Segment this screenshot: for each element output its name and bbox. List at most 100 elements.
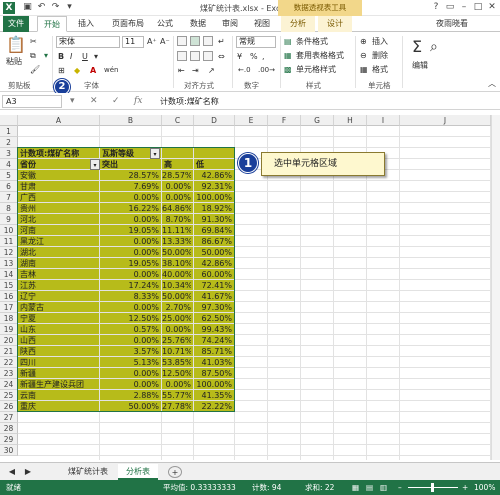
tuchu-cell[interactable]: 0.00% — [100, 379, 159, 390]
row-header-11[interactable]: 11 — [0, 236, 18, 247]
phonetic-button[interactable]: wén — [104, 65, 118, 76]
font-name-select[interactable]: 宋体 — [56, 36, 120, 48]
di-cell[interactable]: 91.30% — [194, 214, 232, 225]
save-icon[interactable]: ▣ — [22, 2, 33, 13]
province-cell[interactable]: 贵州 — [20, 203, 100, 214]
di-cell[interactable]: 86.67% — [194, 236, 232, 247]
province-cell[interactable]: 江苏 — [20, 280, 100, 291]
province-cell[interactable]: 山东 — [20, 324, 100, 335]
tab-formulas[interactable]: 公式 — [152, 16, 178, 32]
name-box[interactable]: A3 — [2, 95, 62, 108]
page-layout-view-icon[interactable]: ▤ — [366, 480, 373, 495]
align-middle-icon[interactable] — [190, 36, 200, 46]
row-header-22[interactable]: 22 — [0, 357, 18, 368]
di-cell[interactable]: 22.22% — [194, 401, 232, 412]
gao-cell[interactable]: 27.78% — [162, 401, 191, 412]
underline-button[interactable]: U — [82, 51, 88, 62]
formula-input[interactable]: 计数项:煤矿名称 — [160, 95, 490, 108]
sheet-prev-icon[interactable]: ◀ — [6, 464, 18, 480]
align-center-icon[interactable] — [190, 51, 200, 61]
page-break-view-icon[interactable]: ▥ — [380, 480, 387, 495]
province-cell[interactable]: 甘肃 — [20, 181, 100, 192]
tab-view[interactable]: 视图 — [249, 16, 275, 32]
autosum-icon[interactable]: Σ — [412, 38, 422, 56]
cond-format-icon[interactable]: ▤ — [284, 36, 292, 47]
row-header-1[interactable]: 1 — [0, 126, 18, 137]
confirm-entry-icon[interactable]: ✓ — [112, 95, 120, 108]
merge-icon[interactable]: ⇔ — [218, 51, 225, 62]
row-header-7[interactable]: 7 — [0, 192, 18, 203]
zoom-slider-thumb[interactable] — [431, 483, 434, 492]
province-cell[interactable]: 湖北 — [20, 247, 100, 258]
tuchu-cell[interactable]: 0.57% — [100, 324, 159, 335]
row-header-6[interactable]: 6 — [0, 181, 18, 192]
province-cell[interactable]: 内蒙古 — [20, 302, 100, 313]
cell-style-button[interactable]: 单元格样式 — [296, 64, 336, 75]
zoom-in-icon[interactable]: + — [462, 480, 468, 495]
sheet-tab-analysis[interactable]: 分析表 — [118, 464, 158, 480]
di-cell[interactable]: 72.41% — [194, 280, 232, 291]
province-cell[interactable]: 安徽 — [20, 170, 100, 181]
tuchu-cell[interactable]: 0.00% — [100, 368, 159, 379]
increase-decimal-icon[interactable]: ←.0 — [238, 65, 251, 76]
province-cell[interactable]: 辽宁 — [20, 291, 100, 302]
cut-icon[interactable]: ✂ — [30, 36, 37, 47]
province-cell[interactable]: 湖南 — [20, 258, 100, 269]
province-cell[interactable]: 黑龙江 — [20, 236, 100, 247]
tab-data[interactable]: 数据 — [185, 16, 211, 32]
tab-page-layout[interactable]: 页面布局 — [106, 16, 150, 32]
undo-icon[interactable]: ↶ — [36, 2, 47, 13]
gao-cell[interactable]: 8.70% — [162, 214, 191, 225]
province-cell[interactable]: 山西 — [20, 335, 100, 346]
column-header-B[interactable]: B — [100, 115, 162, 126]
province-cell[interactable]: 新疆 — [20, 368, 100, 379]
row-header-29[interactable]: 29 — [0, 434, 18, 445]
find-icon[interactable]: ⌕ — [430, 38, 438, 56]
gao-cell[interactable]: 64.86% — [162, 203, 191, 214]
row-header-18[interactable]: 18 — [0, 313, 18, 324]
gao-cell[interactable]: 0.00% — [162, 379, 191, 390]
di-cell[interactable]: 92.31% — [194, 181, 232, 192]
row-header-9[interactable]: 9 — [0, 214, 18, 225]
pivot-header-gao[interactable]: 高 — [164, 159, 194, 170]
row-header-30[interactable]: 30 — [0, 445, 18, 456]
align-right-icon[interactable] — [203, 51, 213, 61]
column-header-C[interactable]: C — [162, 115, 194, 126]
row-header-27[interactable]: 27 — [0, 412, 18, 423]
paste-icon[interactable]: 📋 — [6, 36, 26, 54]
row-header-8[interactable]: 8 — [0, 203, 18, 214]
row-header-19[interactable]: 19 — [0, 324, 18, 335]
format-button[interactable]: 格式 — [372, 64, 388, 75]
maximize-icon[interactable]: □ — [472, 1, 484, 14]
align-bottom-icon[interactable] — [203, 36, 213, 46]
di-cell[interactable]: 18.92% — [194, 203, 232, 214]
cancel-entry-icon[interactable]: ✕ — [90, 95, 98, 108]
gao-cell[interactable]: 0.00% — [162, 192, 191, 203]
di-cell[interactable]: 69.84% — [194, 225, 232, 236]
tuchu-cell[interactable]: 0.00% — [100, 335, 159, 346]
di-cell[interactable]: 50.00% — [194, 247, 232, 258]
row-header-3[interactable]: 3 — [0, 148, 18, 159]
delete-button[interactable]: 删除 — [372, 50, 388, 61]
tab-insert[interactable]: 插入 — [72, 16, 100, 32]
gao-cell[interactable]: 40.00% — [162, 269, 191, 280]
tuchu-cell[interactable]: 0.00% — [100, 192, 159, 203]
table-format-button[interactable]: 套用表格格式 — [296, 50, 344, 61]
pivot-header-gas-level-filter-icon[interactable]: ▾ — [150, 148, 160, 159]
tuchu-cell[interactable]: 0.00% — [100, 214, 159, 225]
row-header-28[interactable]: 28 — [0, 423, 18, 434]
cond-format-button[interactable]: 条件格式 — [296, 36, 328, 47]
tuchu-cell[interactable]: 16.22% — [100, 203, 159, 214]
orientation-icon[interactable]: ↗ — [208, 65, 215, 76]
row-header-10[interactable]: 10 — [0, 225, 18, 236]
gao-cell[interactable]: 25.00% — [162, 313, 191, 324]
row-header-23[interactable]: 23 — [0, 368, 18, 379]
tuchu-cell[interactable]: 2.88% — [100, 390, 159, 401]
pivot-header-count[interactable]: 计数项:煤矿名称 — [20, 148, 100, 159]
di-cell[interactable]: 74.24% — [194, 335, 232, 346]
column-header-G[interactable]: G — [301, 115, 334, 126]
province-cell[interactable]: 陕西 — [20, 346, 100, 357]
select-all-corner[interactable] — [0, 115, 18, 126]
paste-button[interactable]: 粘贴 — [6, 56, 22, 67]
underline-dropdown-icon[interactable]: ▾ — [94, 51, 98, 62]
